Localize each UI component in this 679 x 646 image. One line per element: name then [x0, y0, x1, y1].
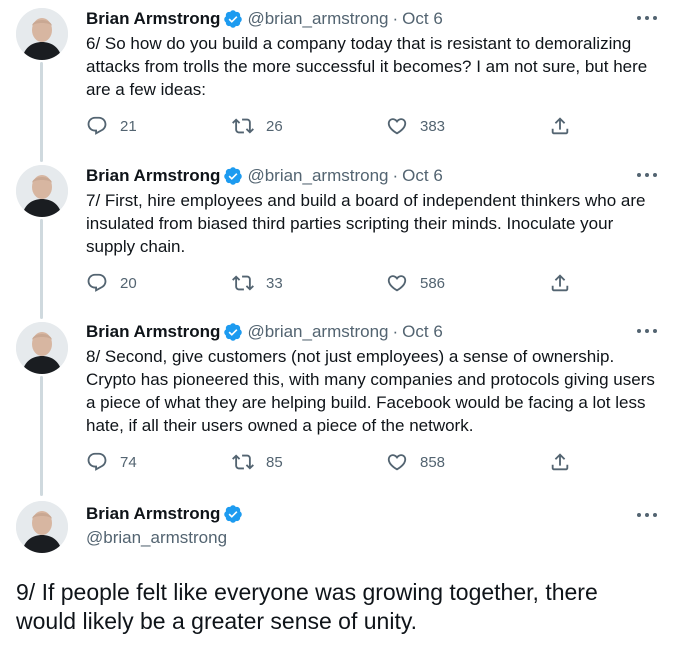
reply-icon	[87, 273, 107, 292]
thread-connector	[40, 62, 43, 162]
tweet-thread: Brian Armstrong @brian_armstrong · Oct 6…	[0, 0, 679, 646]
verified-badge-icon	[224, 323, 243, 341]
author-handle[interactable]: @brian_armstrong	[247, 165, 388, 187]
verified-badge-icon	[224, 167, 243, 185]
heart-icon	[387, 454, 407, 471]
retweet-count: 33	[266, 274, 283, 292]
tweet-actions: 74 85 858	[86, 451, 576, 473]
tweet-date[interactable]: Oct 6	[402, 321, 443, 343]
avatar[interactable]	[16, 322, 68, 374]
separator-dot: ·	[392, 166, 399, 185]
share-button[interactable]	[549, 115, 571, 137]
tweet-date[interactable]: Oct 6	[402, 165, 443, 187]
tweet-date[interactable]: Oct 6	[402, 8, 443, 30]
share-icon	[551, 274, 569, 292]
tweet[interactable]: Brian Armstrong @brian_armstrong · Oct 6…	[86, 165, 659, 258]
focused-tweet-header: Brian Armstrong @brian_armstrong	[86, 503, 243, 549]
share-icon	[551, 117, 569, 135]
heart-icon	[387, 118, 407, 135]
reply-icon	[87, 452, 107, 471]
share-icon	[551, 453, 569, 471]
more-options-icon[interactable]	[635, 167, 659, 183]
heart-icon	[387, 275, 407, 292]
thread-connector	[40, 376, 43, 496]
retweet-button[interactable]: 33	[232, 272, 283, 294]
author-handle[interactable]: @brian_armstrong	[247, 321, 388, 343]
separator-dot: ·	[392, 9, 399, 28]
author-name[interactable]: Brian Armstrong	[86, 321, 220, 343]
reply-count: 21	[120, 117, 137, 135]
tweet-actions: 21 26 383	[86, 115, 576, 137]
like-button[interactable]: 858	[386, 451, 445, 473]
more-options-icon[interactable]	[635, 507, 659, 523]
reply-button[interactable]: 74	[86, 451, 137, 473]
like-count: 383	[420, 117, 446, 135]
verified-badge-icon	[224, 10, 243, 28]
avatar[interactable]	[16, 8, 68, 60]
like-button[interactable]: 586	[386, 272, 445, 294]
retweet-count: 26	[266, 117, 283, 135]
tweet-actions: 20 33 586	[86, 272, 576, 294]
share-button[interactable]	[549, 451, 571, 473]
author-handle[interactable]: @brian_armstrong	[247, 8, 388, 30]
author-name[interactable]: Brian Armstrong	[86, 8, 220, 30]
tweet-text: 6/ So how do you build a company today t…	[86, 34, 648, 99]
tweet-text: 7/ First, hire employees and build a boa…	[86, 191, 646, 256]
avatar[interactable]	[16, 501, 68, 553]
reply-button[interactable]: 20	[86, 272, 137, 294]
reply-count: 74	[120, 453, 137, 471]
tweet-header: Brian Armstrong @brian_armstrong · Oct 6	[86, 8, 659, 30]
author-name[interactable]: Brian Armstrong	[86, 503, 220, 525]
tweet[interactable]: Brian Armstrong @brian_armstrong · Oct 6…	[86, 321, 659, 437]
retweet-button[interactable]: 26	[232, 115, 283, 137]
tweet-header: Brian Armstrong @brian_armstrong · Oct 6	[86, 165, 659, 187]
like-button[interactable]: 383	[386, 115, 445, 137]
avatar[interactable]	[16, 165, 68, 217]
separator-dot: ·	[392, 322, 399, 341]
like-count: 858	[420, 453, 446, 471]
more-options-icon[interactable]	[635, 10, 659, 26]
reply-button[interactable]: 21	[86, 115, 137, 137]
retweet-icon	[232, 454, 254, 470]
tweet-header: Brian Armstrong @brian_armstrong · Oct 6	[86, 321, 659, 343]
tweet[interactable]: Brian Armstrong @brian_armstrong · Oct 6…	[86, 8, 659, 101]
share-button[interactable]	[549, 272, 571, 294]
retweet-button[interactable]: 85	[232, 451, 283, 473]
retweet-icon	[232, 275, 254, 291]
thread-connector	[40, 219, 43, 319]
more-options-icon[interactable]	[635, 323, 659, 339]
author-name[interactable]: Brian Armstrong	[86, 165, 220, 187]
retweet-icon	[232, 118, 254, 134]
like-count: 586	[420, 274, 446, 292]
reply-count: 20	[120, 274, 137, 292]
retweet-count: 85	[266, 453, 283, 471]
focused-tweet-text: 9/ If people felt like everyone was grow…	[16, 579, 598, 634]
tweet-text: 8/ Second, give customers (not just empl…	[86, 347, 655, 435]
author-handle[interactable]: @brian_armstrong	[86, 527, 243, 549]
verified-badge-icon	[224, 505, 243, 523]
reply-icon	[87, 116, 107, 135]
